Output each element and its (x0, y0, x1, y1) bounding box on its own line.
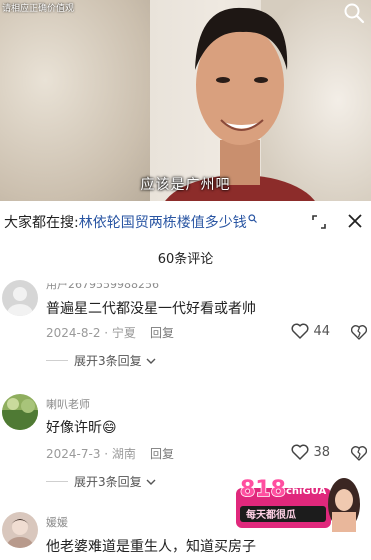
video-person (165, 7, 315, 201)
comment-date: 2024-8-2 (46, 326, 101, 340)
comment-item: 用户2679559988256 普遍星二代都没星一代好看或者帅 2024-8-2… (0, 272, 371, 372)
video-watermark: 请相应正确价值观 (2, 4, 75, 14)
grin-emoji-icon: 😄 (102, 420, 117, 436)
comment-text: 他老婆难道是重生人，知道买房子 (46, 539, 256, 555)
comment-separator: · (100, 447, 112, 461)
comment-username[interactable]: 媛媛 (46, 514, 68, 530)
avatar[interactable] (2, 280, 38, 316)
promo-badge-tagline: 每天都很瓜 (246, 508, 296, 521)
expand-replies-button[interactable]: 展开3条回复 (46, 473, 156, 490)
like-button[interactable]: 44 (291, 323, 330, 339)
expand-replies-label: 展开3条回复 (74, 475, 142, 489)
comment-meta: 2024-7-3 · 湖南 回复 (46, 445, 174, 462)
expand-icon[interactable] (311, 214, 327, 230)
promo-badge-brand: 818 (240, 477, 286, 502)
comment-count: 60条评论 (157, 252, 214, 267)
expand-divider (46, 360, 68, 361)
reply-button[interactable]: 回复 (150, 447, 174, 461)
expand-replies-label: 展开3条回复 (74, 354, 142, 368)
comment-username[interactable]: 用户2679559988256 (46, 283, 159, 292)
comment-text: 好像许昕😄 (46, 417, 117, 437)
heart-icon (291, 323, 309, 339)
search-small-icon (248, 213, 257, 223)
heart-icon (291, 444, 309, 460)
video-subtitle: 应该是广州吧 (140, 177, 231, 193)
promo-badge[interactable]: 818 chiGUA 每天都很瓜 (236, 470, 361, 532)
comment-location: 宁夏 (111, 326, 136, 340)
search-icon[interactable] (343, 2, 365, 24)
like-count: 38 (313, 444, 330, 460)
chevron-down-icon (146, 479, 156, 485)
close-icon[interactable] (347, 213, 363, 229)
like-count: 44 (313, 323, 330, 339)
comment-separator: · (100, 326, 112, 340)
like-button[interactable]: 38 (291, 444, 330, 460)
dislike-icon[interactable] (351, 445, 367, 461)
video-background-left (0, 0, 150, 201)
reply-button[interactable]: 回复 (150, 326, 174, 340)
trending-search-prefix: 大家都在搜: (4, 215, 79, 231)
trending-search-bar: 大家都在搜: 林依轮国贸两栋楼值多少钱 (0, 201, 371, 243)
trending-search-link[interactable]: 林依轮国贸两栋楼值多少钱 (79, 212, 247, 232)
expand-replies-button[interactable]: 展开3条回复 (46, 352, 156, 369)
comment-username[interactable]: 喇叭老师 (46, 396, 90, 412)
comment-text: 普遍星二代都没星一代好看或者帅 (46, 301, 256, 317)
comment-location: 湖南 (111, 447, 136, 461)
chevron-down-icon (146, 358, 156, 364)
comment-date: 2024-7-3 (46, 447, 101, 461)
expand-divider (46, 481, 68, 482)
avatar[interactable] (2, 512, 38, 548)
video-player[interactable]: 请相应正确价值观 应该是广州吧 (0, 0, 371, 201)
comment-text-body: 好像许昕 (46, 420, 102, 436)
avatar[interactable] (2, 394, 38, 430)
promo-badge-sub: chiGUA (286, 486, 326, 497)
dislike-icon[interactable] (351, 324, 367, 340)
comment-meta: 2024-8-2 · 宁夏 回复 (46, 324, 174, 341)
